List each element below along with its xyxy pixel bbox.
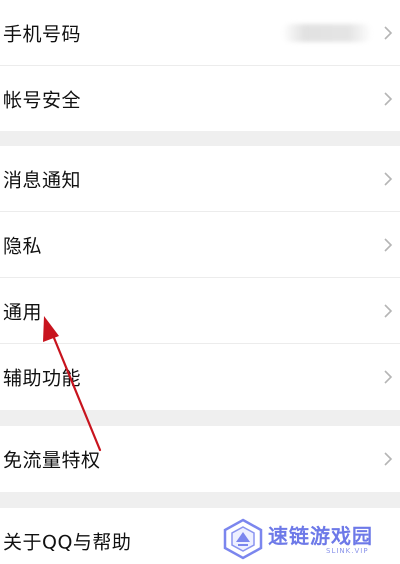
watermark: 速链游戏园 SLINK.VIP	[222, 516, 392, 564]
phone-number-value-blurred	[282, 24, 372, 42]
settings-item-label: 手机号码	[3, 23, 82, 46]
settings-item-label: 辅助功能	[3, 367, 82, 390]
settings-item-general[interactable]: 通用	[0, 278, 400, 344]
settings-item-label: 帐号安全	[3, 89, 82, 111]
settings-screen: 手机号码 帐号安全 消息通知 隐私 通用 辅助功能 免流量特权 关于QQ与帮助 …	[0, 0, 400, 564]
settings-item-label: 隐私	[3, 235, 43, 258]
settings-item-label: 免流量特权	[3, 449, 101, 472]
settings-group-account: 手机号码 帐号安全	[0, 0, 400, 131]
chevron-right-icon	[384, 452, 393, 466]
watermark-logo-icon	[223, 518, 263, 560]
chevron-right-icon	[384, 26, 393, 40]
settings-item-label: 通用	[3, 301, 43, 324]
settings-item-account-security[interactable]: 帐号安全	[0, 66, 400, 131]
settings-item-phone-number[interactable]: 手机号码	[0, 0, 400, 66]
watermark-subtext: SLINK.VIP	[326, 547, 369, 555]
settings-item-accessibility[interactable]: 辅助功能	[0, 344, 400, 410]
settings-item-privacy[interactable]: 隐私	[0, 212, 400, 278]
settings-item-label: 消息通知	[3, 169, 82, 192]
settings-item-notifications[interactable]: 消息通知	[0, 146, 400, 212]
chevron-right-icon	[384, 304, 393, 318]
settings-group-free-data: 免流量特权	[0, 426, 400, 492]
settings-item-label: 关于QQ与帮助	[3, 531, 132, 554]
settings-item-free-data-privilege[interactable]: 免流量特权	[0, 426, 400, 492]
settings-group-general: 消息通知 隐私 通用 辅助功能	[0, 146, 400, 410]
chevron-right-icon	[384, 172, 393, 186]
watermark-text: 速链游戏园	[268, 524, 373, 548]
chevron-right-icon	[384, 238, 393, 252]
chevron-right-icon	[384, 91, 393, 106]
chevron-right-icon	[384, 370, 393, 384]
